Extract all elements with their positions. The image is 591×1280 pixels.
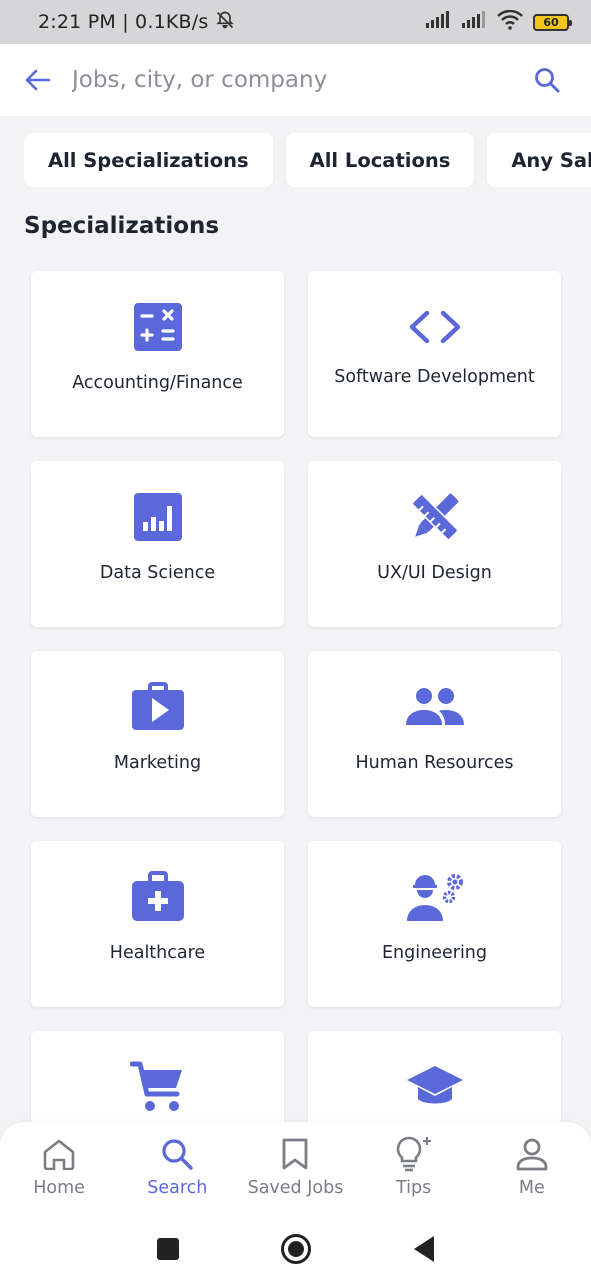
home-icon xyxy=(39,1134,79,1174)
card-accounting-finance[interactable]: Accounting/Finance xyxy=(31,271,284,437)
card-label: Software Development xyxy=(334,366,535,387)
calculator-icon xyxy=(128,301,188,353)
nav-label: Tips xyxy=(396,1178,432,1198)
engineer-icon xyxy=(405,871,465,923)
nav-tips[interactable]: Tips xyxy=(359,1134,469,1198)
card-human-resources[interactable]: Human Resources xyxy=(308,651,561,817)
card-label: Accounting/Finance xyxy=(72,372,243,393)
graduation-cap-icon xyxy=(405,1061,465,1113)
battery-level: 60 xyxy=(543,15,559,29)
shopping-cart-icon xyxy=(128,1061,188,1113)
card-label: Human Resources xyxy=(355,752,514,773)
card-label: Engineering xyxy=(382,942,487,963)
status-time: 2:21 PM | 0.1KB/s xyxy=(38,11,209,33)
search-input[interactable] xyxy=(72,67,531,93)
card-label: Healthcare xyxy=(109,942,206,963)
filter-specializations[interactable]: All Specializations xyxy=(24,133,273,187)
nav-me[interactable]: Me xyxy=(477,1134,587,1198)
nav-label: Home xyxy=(33,1178,85,1198)
signal-icon-secondary xyxy=(461,11,487,33)
people-icon xyxy=(405,681,465,733)
search-icon xyxy=(157,1134,197,1174)
card-label: UX/UI Design xyxy=(377,562,492,583)
section-title: Specializations xyxy=(24,213,220,239)
filter-locations[interactable]: All Locations xyxy=(285,133,475,187)
specializations-grid: Accounting/Finance Software Development … xyxy=(31,271,561,1197)
nav-label: Saved Jobs xyxy=(247,1178,344,1198)
search-header xyxy=(0,44,591,116)
card-engineering[interactable]: Engineering xyxy=(308,841,561,1007)
nav-search[interactable]: Search xyxy=(122,1134,232,1198)
card-healthcare[interactable]: Healthcare xyxy=(31,841,284,1007)
filter-chips: All Specializations All Locations Any Sa… xyxy=(24,133,591,187)
status-bar: 2:21 PM | 0.1KB/s 60 xyxy=(0,0,591,44)
back-arrow-icon[interactable] xyxy=(22,65,52,95)
design-tools-icon xyxy=(405,491,465,543)
medical-kit-icon xyxy=(128,871,188,923)
lightbulb-icon xyxy=(394,1134,434,1174)
bell-muted-icon xyxy=(214,10,236,35)
briefcase-play-icon xyxy=(128,681,188,733)
status-left: 2:21 PM | 0.1KB/s xyxy=(38,10,236,35)
card-marketing[interactable]: Marketing xyxy=(31,651,284,817)
nav-saved-jobs[interactable]: Saved Jobs xyxy=(240,1134,350,1198)
battery-icon: 60 xyxy=(533,13,572,31)
filter-salary[interactable]: Any Salary xyxy=(487,133,591,187)
nav-home[interactable]: Home xyxy=(4,1134,114,1198)
home-button[interactable] xyxy=(232,1224,360,1274)
bottom-nav: Home Search Saved Jobs Tips Me xyxy=(0,1122,591,1218)
nav-label: Search xyxy=(147,1178,208,1198)
card-label: Marketing xyxy=(113,752,202,773)
card-software-development[interactable]: Software Development xyxy=(308,271,561,437)
search-icon[interactable] xyxy=(531,64,563,96)
user-icon xyxy=(512,1134,552,1174)
bar-chart-icon xyxy=(128,491,188,543)
status-right: 60 xyxy=(425,9,572,34)
back-button[interactable] xyxy=(360,1224,488,1274)
card-data-science[interactable]: Data Science xyxy=(31,461,284,627)
bookmark-icon xyxy=(275,1134,315,1174)
wifi-icon xyxy=(497,9,523,34)
nav-label: Me xyxy=(518,1178,545,1198)
system-nav-bar xyxy=(0,1218,591,1280)
code-icon xyxy=(405,301,465,353)
card-label: Data Science xyxy=(99,562,216,583)
recent-apps-button[interactable] xyxy=(104,1224,232,1274)
card-ux-ui-design[interactable]: UX/UI Design xyxy=(308,461,561,627)
signal-icon xyxy=(425,11,451,33)
